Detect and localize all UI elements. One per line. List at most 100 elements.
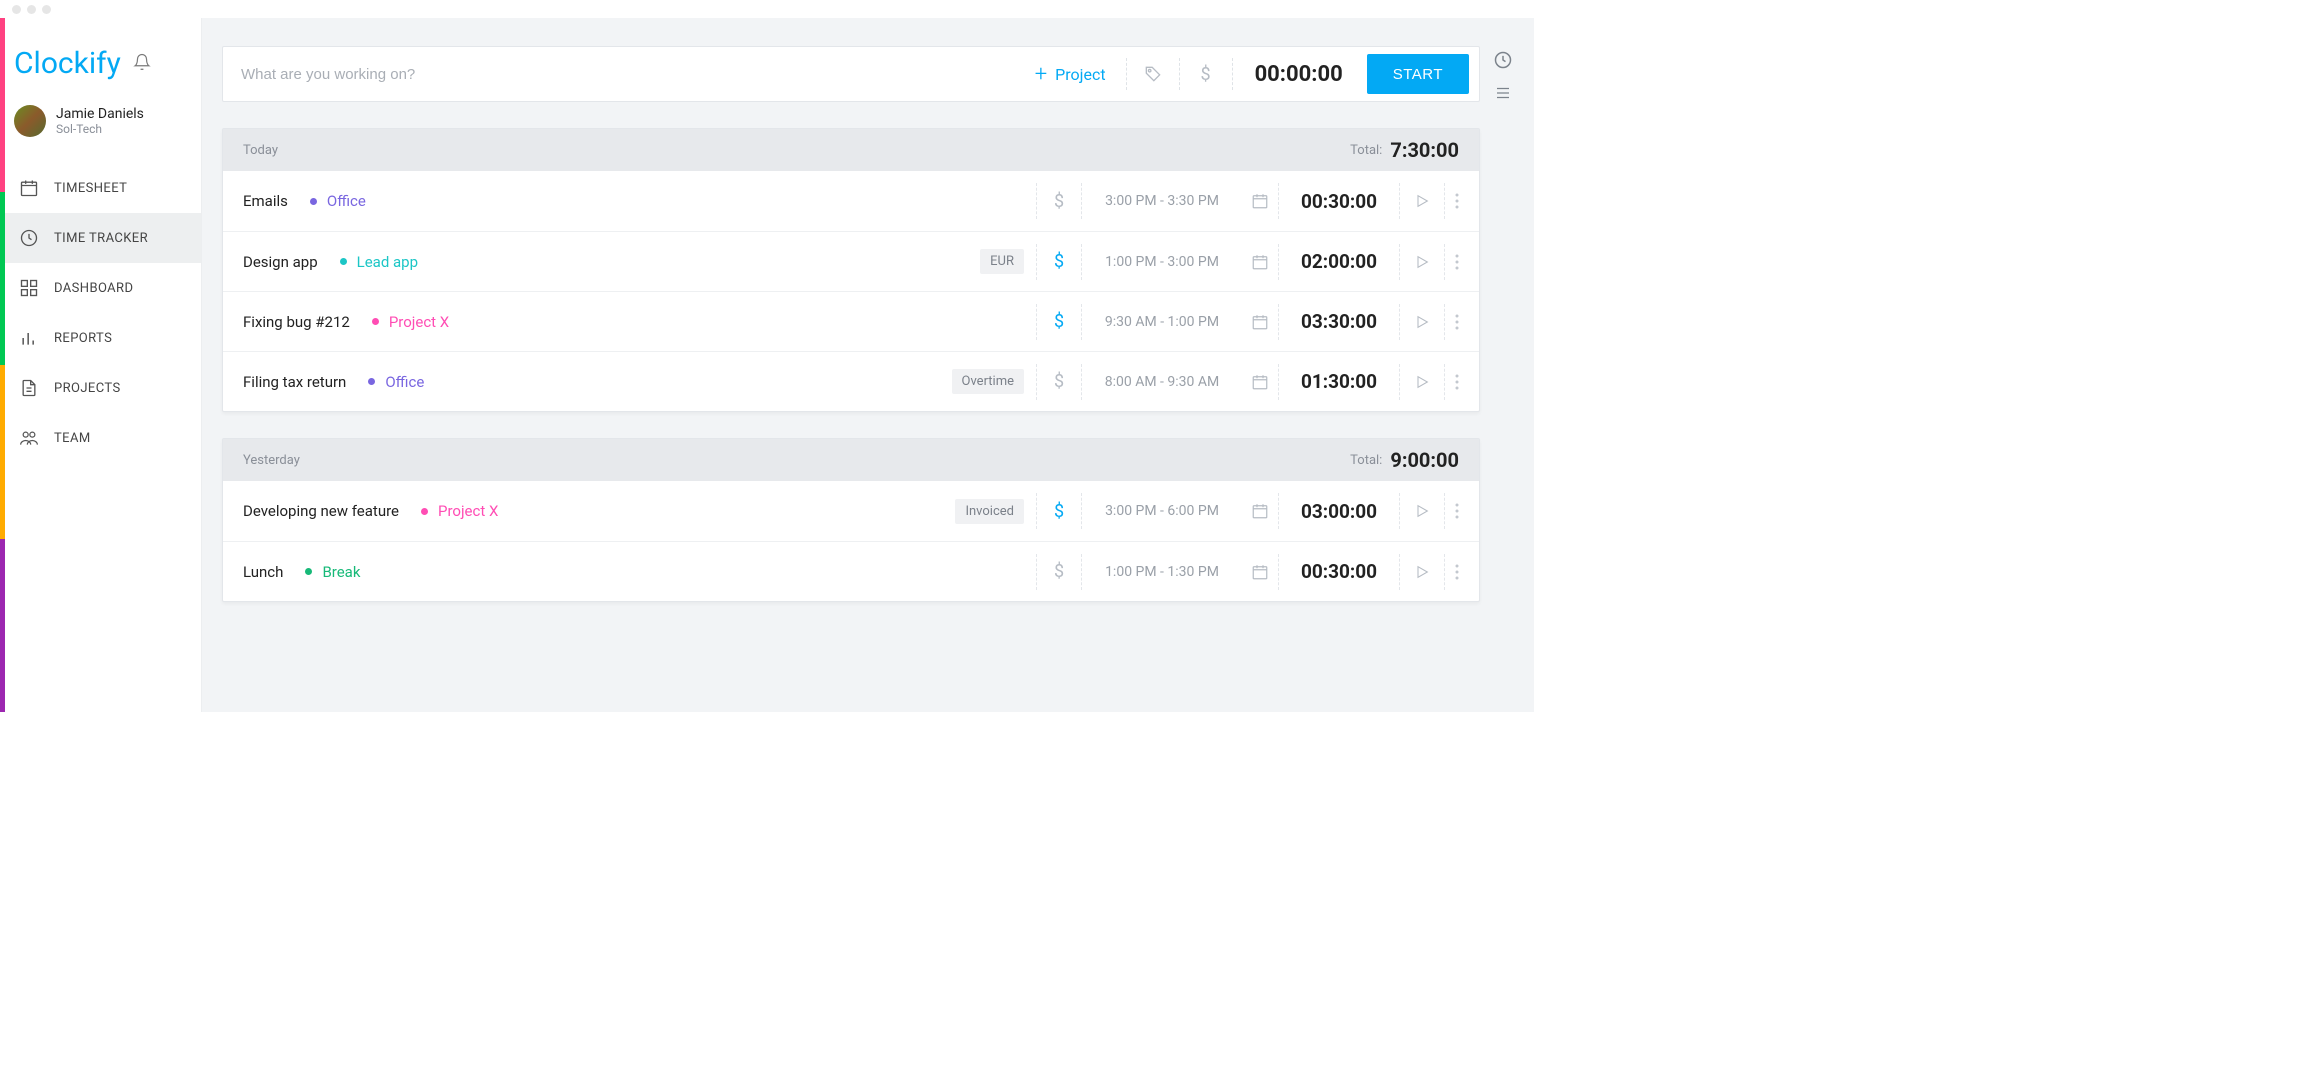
duration[interactable]: 01:30:00 bbox=[1279, 370, 1399, 393]
entry-title: Emails bbox=[243, 192, 288, 210]
traffic-light-zoom[interactable] bbox=[42, 5, 51, 14]
nav-team[interactable]: TEAM bbox=[0, 413, 201, 463]
project-dot-icon bbox=[340, 258, 347, 265]
notifications-icon[interactable] bbox=[133, 53, 151, 75]
billable-toggle[interactable]: $ bbox=[1037, 311, 1081, 332]
billable-toggle[interactable]: $ bbox=[1037, 371, 1081, 392]
time-range[interactable]: 3:00 PM - 3:30 PM bbox=[1082, 193, 1242, 209]
day-header: YesterdayTotal:9:00:00 bbox=[223, 439, 1479, 481]
start-button[interactable]: START bbox=[1367, 54, 1469, 94]
time-range[interactable]: 1:00 PM - 3:00 PM bbox=[1082, 254, 1242, 270]
time-entry: Design app Lead app EUR $1:00 PM - 3:00 PM 0… bbox=[223, 231, 1479, 291]
entry-description[interactable]: Fixing bug #212Project X bbox=[243, 313, 1036, 331]
duration[interactable]: 00:30:00 bbox=[1279, 190, 1399, 213]
plus-icon: + bbox=[1035, 62, 1047, 87]
entry-description[interactable]: Filing tax returnOffice bbox=[243, 373, 952, 391]
billable-button[interactable]: $ bbox=[1184, 64, 1228, 85]
calendar-button[interactable] bbox=[1242, 502, 1278, 520]
dollar-icon: $ bbox=[1054, 191, 1064, 212]
entry-description[interactable]: LunchBreak bbox=[243, 563, 1036, 581]
day-total-label: Total: bbox=[1350, 143, 1382, 158]
user-block[interactable]: Jamie Daniels Sol-Tech bbox=[0, 99, 201, 153]
billable-toggle[interactable]: $ bbox=[1037, 191, 1081, 212]
entry-tag[interactable]: Invoiced bbox=[955, 499, 1024, 524]
more-menu-button[interactable] bbox=[1445, 564, 1479, 580]
dollar-icon: $ bbox=[1054, 311, 1064, 332]
play-button[interactable] bbox=[1400, 564, 1444, 580]
entry-tag[interactable]: EUR bbox=[980, 249, 1024, 274]
entry-description[interactable]: Design app Lead app bbox=[243, 253, 980, 271]
entry-description[interactable]: Emails Office bbox=[243, 192, 1036, 210]
calendar-button[interactable] bbox=[1242, 563, 1278, 581]
add-project-button[interactable]: + Project bbox=[1019, 62, 1122, 87]
time-range[interactable]: 8:00 AM - 9:30 AM bbox=[1082, 374, 1242, 390]
dollar-icon: $ bbox=[1054, 251, 1064, 272]
entry-title: Design app bbox=[243, 253, 318, 271]
time-range[interactable]: 1:00 PM - 1:30 PM bbox=[1082, 564, 1242, 580]
time-entry: Filing tax returnOfficeOvertime $8:00 AM … bbox=[223, 351, 1479, 411]
more-menu-button[interactable] bbox=[1445, 314, 1479, 330]
nav-projects[interactable]: PROJECTS bbox=[0, 363, 201, 413]
nav-label: DASHBOARD bbox=[54, 281, 133, 296]
play-button[interactable] bbox=[1400, 193, 1444, 209]
billable-toggle[interactable]: $ bbox=[1037, 501, 1081, 522]
day-total: 7:30:00 bbox=[1390, 138, 1459, 162]
nav-label: TIMESHEET bbox=[54, 181, 127, 196]
tag-button[interactable] bbox=[1131, 64, 1175, 84]
timer-input[interactable] bbox=[241, 66, 1019, 83]
dollar-icon: $ bbox=[1054, 561, 1064, 582]
mode-tools bbox=[1492, 46, 1514, 712]
window-chrome bbox=[0, 0, 1534, 18]
timer-bar: + Project $ 00:00:00 START bbox=[222, 46, 1480, 102]
timer-display[interactable]: 00:00:00 bbox=[1237, 62, 1361, 87]
more-menu-button[interactable] bbox=[1445, 254, 1479, 270]
timer-mode-icon[interactable] bbox=[1493, 50, 1513, 74]
duration[interactable]: 03:00:00 bbox=[1279, 500, 1399, 523]
dollar-icon: $ bbox=[1201, 64, 1211, 85]
nav-time-tracker[interactable]: TIME TRACKER bbox=[0, 213, 201, 263]
billable-toggle[interactable]: $ bbox=[1037, 561, 1081, 582]
day-label: Yesterday bbox=[243, 453, 300, 468]
time-entry: Developing new featureProject XInvoiced $… bbox=[223, 481, 1479, 541]
more-menu-button[interactable] bbox=[1445, 503, 1479, 519]
nav-reports[interactable]: REPORTS bbox=[0, 313, 201, 363]
user-name: Jamie Daniels bbox=[56, 106, 144, 122]
duration[interactable]: 02:00:00 bbox=[1279, 250, 1399, 273]
calendar-button[interactable] bbox=[1242, 192, 1278, 210]
entry-description[interactable]: Developing new featureProject X bbox=[243, 502, 955, 520]
project-name: Project X bbox=[438, 502, 498, 520]
brand: Clockify bbox=[0, 18, 201, 99]
time-range[interactable]: 3:00 PM - 6:00 PM bbox=[1082, 503, 1242, 519]
play-button[interactable] bbox=[1400, 503, 1444, 519]
duration[interactable]: 00:30:00 bbox=[1279, 560, 1399, 583]
calendar-button[interactable] bbox=[1242, 373, 1278, 391]
project-name: Office bbox=[385, 373, 424, 391]
play-button[interactable] bbox=[1400, 374, 1444, 390]
accent-strip bbox=[0, 18, 5, 712]
nav-timesheet[interactable]: TIMESHEET bbox=[0, 163, 201, 213]
duration[interactable]: 03:30:00 bbox=[1279, 310, 1399, 333]
project-dot-icon bbox=[368, 378, 375, 385]
traffic-light-close[interactable] bbox=[12, 5, 21, 14]
more-menu-button[interactable] bbox=[1445, 374, 1479, 390]
nav-label: TIME TRACKER bbox=[54, 231, 148, 246]
day-label: Today bbox=[243, 143, 278, 158]
project-name: Office bbox=[327, 192, 366, 210]
billable-toggle[interactable]: $ bbox=[1037, 251, 1081, 272]
entry-tag[interactable]: Overtime bbox=[952, 369, 1024, 394]
nav-dashboard[interactable]: DASHBOARD bbox=[0, 263, 201, 313]
play-button[interactable] bbox=[1400, 314, 1444, 330]
list-mode-icon[interactable] bbox=[1494, 84, 1512, 106]
play-button[interactable] bbox=[1400, 254, 1444, 270]
time-range[interactable]: 9:30 AM - 1:00 PM bbox=[1082, 314, 1242, 330]
entry-title: Lunch bbox=[243, 563, 283, 581]
project-name: Project X bbox=[389, 313, 449, 331]
project-name: Lead app bbox=[357, 253, 418, 271]
traffic-light-minimize[interactable] bbox=[27, 5, 36, 14]
dollar-icon: $ bbox=[1054, 371, 1064, 392]
main: + Project $ 00:00:00 START Today Total: 7:… bbox=[202, 18, 1534, 712]
more-menu-button[interactable] bbox=[1445, 193, 1479, 209]
calendar-button[interactable] bbox=[1242, 313, 1278, 331]
time-entry: Emails Office $3:00 PM - 3:30 PM 00:30:00 bbox=[223, 171, 1479, 231]
calendar-button[interactable] bbox=[1242, 253, 1278, 271]
